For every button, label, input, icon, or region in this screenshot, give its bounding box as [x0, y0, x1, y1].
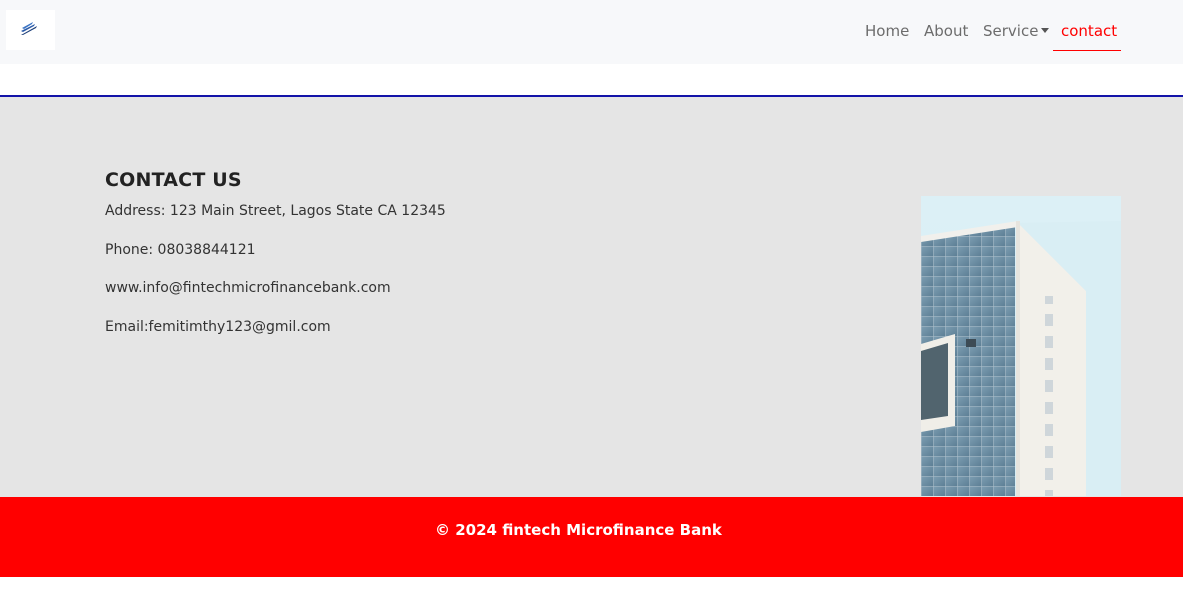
contact-email: Email:femitimthy123@gmil.com	[105, 319, 331, 335]
nav-service-dropdown[interactable]: Service	[983, 21, 1050, 41]
contact-phone: Phone: 08038844121	[105, 242, 256, 258]
contact-title: CONTACT US	[105, 169, 242, 191]
contact-section: CONTACT US Address: 123 Main Street, Lag…	[0, 97, 1183, 497]
header-spacer	[0, 64, 1183, 95]
nav-about-link[interactable]: About	[924, 21, 968, 41]
footer: © 2024 fintech Microfinance Bank	[0, 497, 1183, 577]
contact-website: www.info@fintechmicrofinancebank.com	[105, 280, 391, 296]
footer-copyright: © 2024 fintech Microfinance Bank	[435, 521, 722, 539]
nav-service-label: Service	[983, 22, 1039, 40]
bank-wing-logo-icon	[21, 22, 37, 35]
office-building-image	[921, 196, 1121, 496]
contact-address: Address: 123 Main Street, Lagos State CA…	[105, 203, 446, 219]
nav-contact-label: contact	[1061, 22, 1118, 40]
logo[interactable]	[6, 10, 55, 50]
nav-contact-link[interactable]: contact	[1053, 21, 1121, 51]
nav-home-link[interactable]: Home	[865, 21, 909, 41]
navbar: Home About Service contact	[0, 0, 1183, 64]
bottom-strip	[0, 577, 1183, 589]
caret-down-icon	[1041, 28, 1050, 33]
